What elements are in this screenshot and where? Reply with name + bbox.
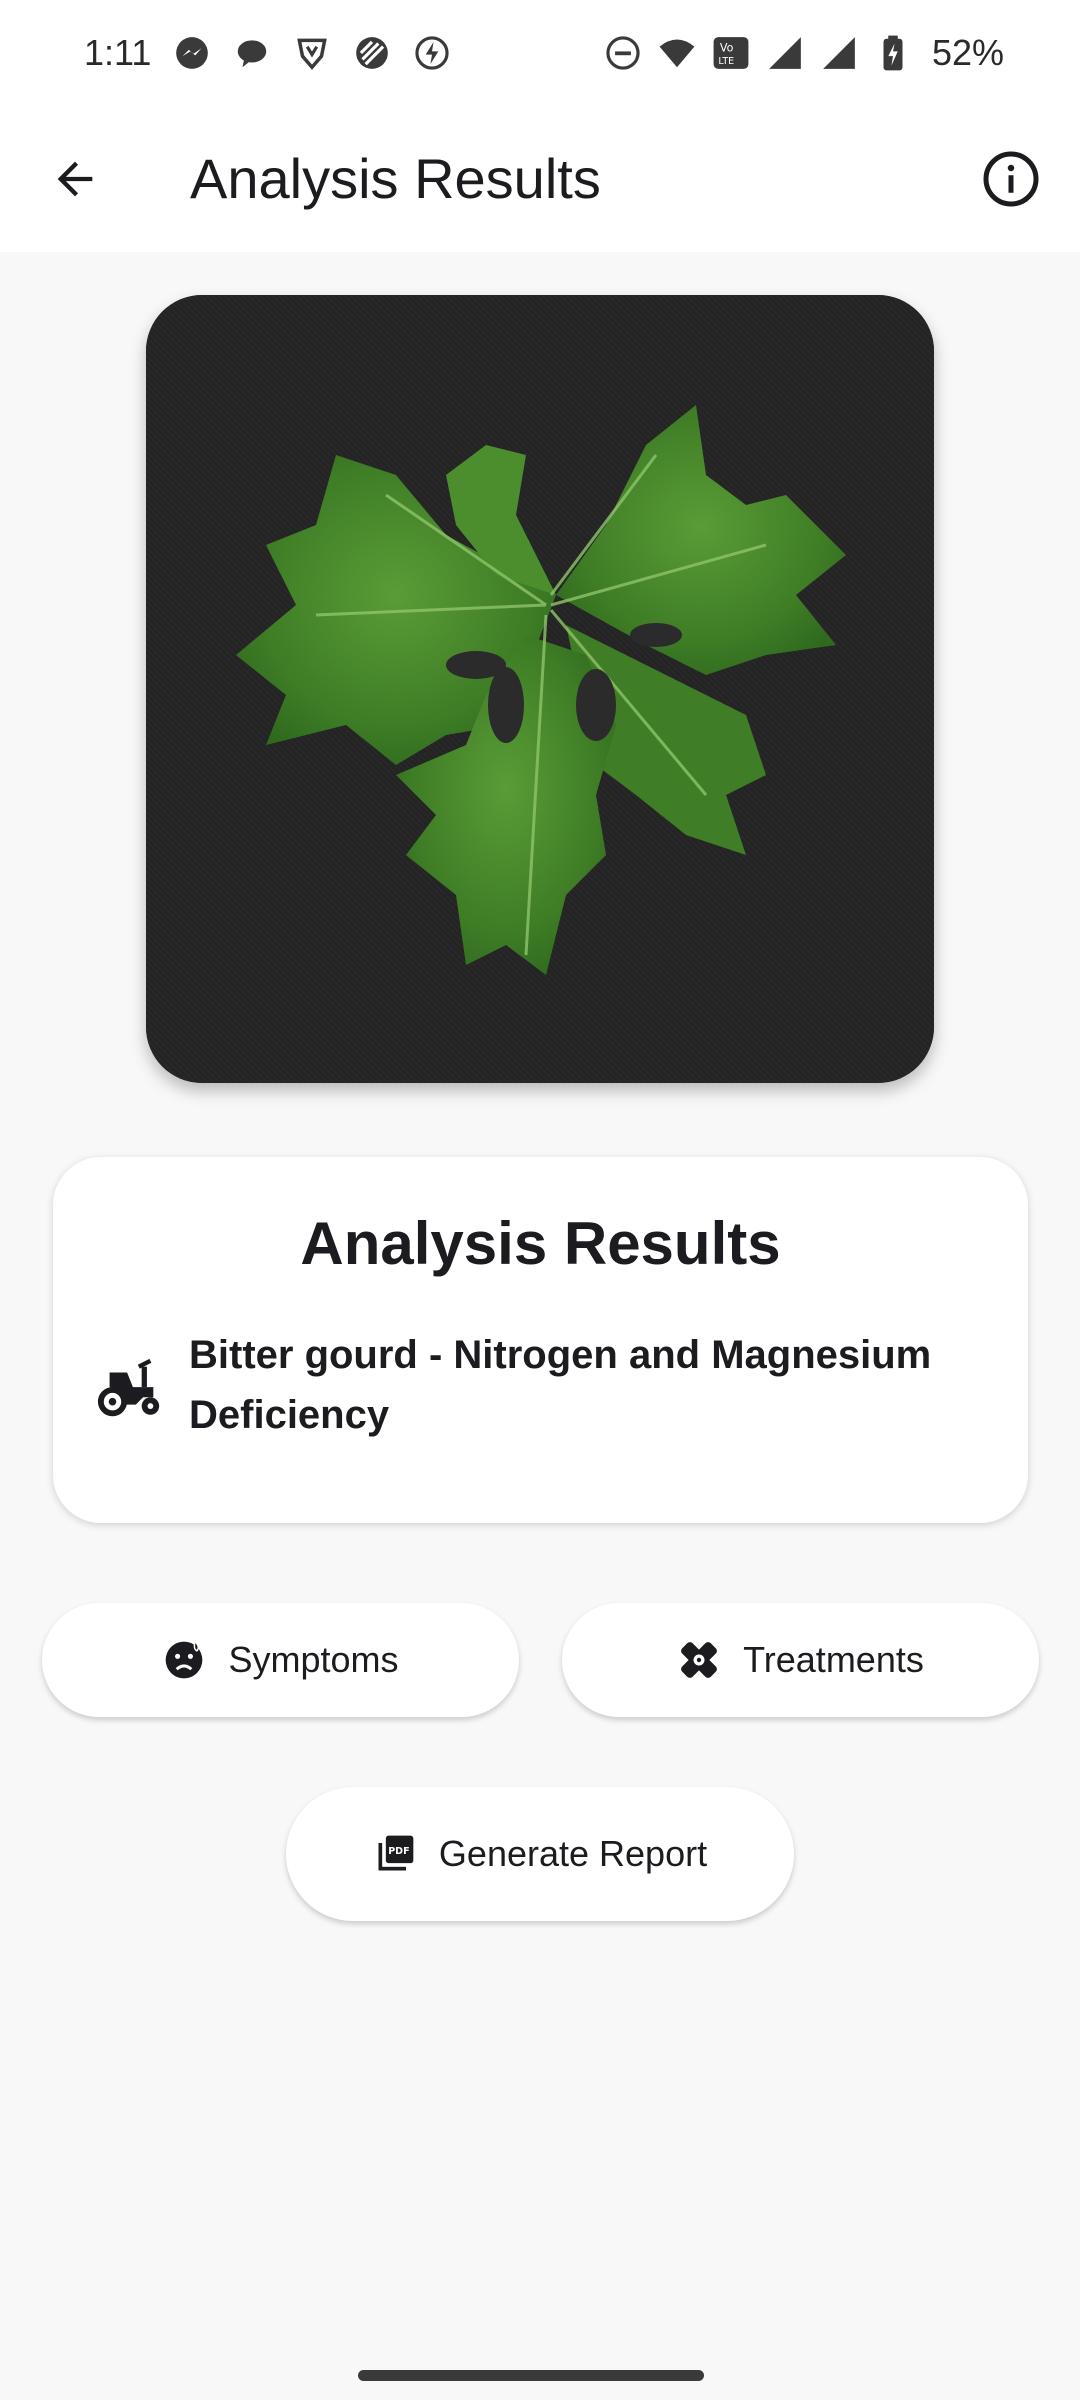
status-bar: 1:11 Vo LTE 52%	[0, 0, 1080, 106]
signal-icon	[820, 34, 858, 72]
pdf-icon: PDF	[373, 1832, 417, 1876]
status-left-group: 1:11	[84, 32, 451, 74]
wifi-icon	[658, 34, 696, 72]
back-button[interactable]	[38, 142, 112, 216]
battery-percentage: 52%	[931, 32, 1004, 73]
info-button[interactable]	[972, 140, 1050, 218]
battery-charging-icon	[874, 34, 912, 72]
signal-icon	[766, 34, 804, 72]
arrow-back-icon	[57, 161, 93, 197]
home-indicator[interactable]	[358, 2370, 704, 2381]
page-title: Analysis Results	[190, 147, 601, 210]
chat-bubble-icon	[233, 34, 271, 72]
messenger-icon	[173, 34, 211, 72]
status-time: 1:11	[84, 32, 152, 73]
symptoms-label: Symptoms	[228, 1639, 399, 1680]
sick-face-icon	[162, 1638, 206, 1682]
analysis-results-card: Analysis Results Bitter gourd - Nitrogen…	[53, 1157, 1028, 1523]
brave-icon	[293, 34, 331, 72]
info-icon	[983, 151, 1039, 207]
healing-icon	[677, 1638, 721, 1682]
generate-report-label: Generate Report	[438, 1833, 708, 1874]
diagnosis-text: Bitter gourd - Nitrogen and Magnesium De…	[189, 1333, 932, 1437]
tractor-icon	[95, 1355, 165, 1425]
leaf-photo	[146, 295, 934, 1083]
volte-icon: Vo LTE	[712, 34, 750, 72]
svg-text:PDF: PDF	[388, 1846, 409, 1857]
svg-text:LTE: LTE	[718, 56, 734, 67]
status-right-group: Vo LTE 52%	[604, 32, 1004, 74]
app-bar: Analysis Results	[0, 106, 1080, 252]
do-not-disturb-icon	[604, 34, 642, 72]
results-title: Analysis Results	[300, 1210, 781, 1277]
svg-text:Vo: Vo	[720, 41, 734, 54]
striped-app-icon	[353, 34, 391, 72]
generate-report-button[interactable]: PDF Generate Report	[286, 1787, 794, 1921]
treatments-label: Treatments	[743, 1639, 924, 1680]
symptoms-button[interactable]: Symptoms	[42, 1603, 519, 1717]
bolt-icon	[413, 34, 451, 72]
treatments-button[interactable]: Treatments	[562, 1603, 1039, 1717]
